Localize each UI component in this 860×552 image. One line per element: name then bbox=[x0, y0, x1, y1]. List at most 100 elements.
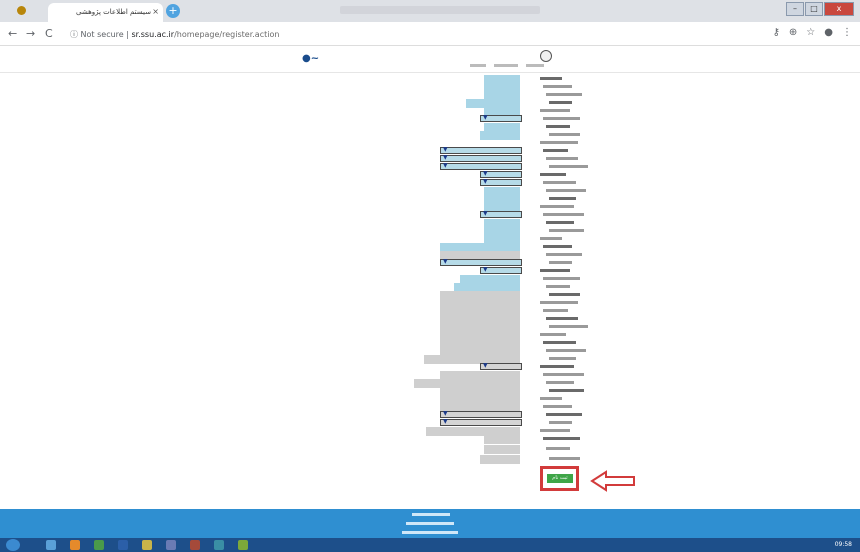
field-label bbox=[543, 341, 576, 344]
field-label bbox=[549, 389, 584, 392]
back-icon[interactable]: ← bbox=[8, 27, 17, 40]
field-label bbox=[543, 405, 572, 408]
star-icon[interactable]: ☆ bbox=[806, 27, 815, 38]
dropdown-select[interactable]: ▼ bbox=[440, 162, 522, 170]
start-button[interactable] bbox=[6, 539, 20, 551]
taskbar-app-icon[interactable] bbox=[46, 540, 56, 550]
field-label bbox=[543, 213, 584, 216]
text-input[interactable] bbox=[480, 455, 520, 464]
taskbar-app-icon[interactable] bbox=[94, 540, 104, 550]
taskbar-app-icon[interactable] bbox=[70, 540, 80, 550]
field-label bbox=[546, 157, 578, 160]
dropdown-select[interactable]: ▼ bbox=[440, 418, 522, 426]
tab-current[interactable]: سیستم اطلاعات پژوهشی × bbox=[48, 3, 163, 22]
key-icon[interactable]: ⚷ bbox=[773, 27, 780, 38]
url-separator: | bbox=[126, 30, 129, 39]
field-label bbox=[546, 93, 582, 96]
field-label bbox=[540, 397, 562, 400]
new-tab-button[interactable]: + bbox=[166, 4, 180, 18]
not-secure-label: Not secure bbox=[80, 30, 124, 39]
taskbar-app-icon[interactable] bbox=[190, 540, 200, 550]
text-input[interactable] bbox=[480, 131, 520, 140]
dropdown-select[interactable]: ▼ bbox=[480, 266, 522, 274]
taskbar-app-icon[interactable] bbox=[166, 540, 176, 550]
dropdown-select[interactable]: ▼ bbox=[440, 258, 522, 266]
zoom-icon[interactable]: ⊕ bbox=[789, 27, 797, 38]
field-label bbox=[546, 125, 570, 128]
field-label bbox=[549, 357, 576, 360]
site-header: ●~ bbox=[0, 47, 860, 73]
submit-button[interactable]: ثبت نام bbox=[547, 474, 573, 483]
app-favicon-icon bbox=[17, 6, 26, 15]
dropdown-select[interactable]: ▼ bbox=[440, 146, 522, 154]
dropdown-select[interactable]: ▼ bbox=[440, 410, 522, 418]
field-label bbox=[549, 101, 572, 104]
field-label bbox=[549, 133, 580, 136]
header-link-2[interactable] bbox=[494, 64, 518, 67]
dropdown-select[interactable]: ▼ bbox=[480, 170, 522, 178]
field-label bbox=[543, 373, 584, 376]
footer-line-1 bbox=[412, 513, 450, 516]
dropdown-select[interactable]: ▼ bbox=[480, 210, 522, 218]
chevron-down-icon: ▼ bbox=[443, 418, 448, 425]
minimize-button[interactable]: – bbox=[786, 2, 804, 16]
menu-icon[interactable]: ⋮ bbox=[842, 27, 852, 38]
forward-icon[interactable]: → bbox=[26, 27, 35, 40]
header-link-1[interactable] bbox=[526, 64, 544, 67]
profile-icon[interactable]: ● bbox=[824, 27, 833, 38]
dropdown-select[interactable]: ▼ bbox=[480, 178, 522, 186]
dropdown-select[interactable]: ▼ bbox=[480, 114, 522, 122]
field-label bbox=[543, 181, 576, 184]
text-input[interactable] bbox=[484, 445, 520, 454]
dropdown-select[interactable]: ▼ bbox=[440, 154, 522, 162]
address-bar[interactable]: ⓘ Not secure | sr.ssu.ac.ir/homepage/reg… bbox=[64, 25, 784, 43]
field-label bbox=[543, 85, 572, 88]
maximize-button[interactable]: □ bbox=[805, 2, 823, 16]
taskbar-app-icon[interactable] bbox=[214, 540, 224, 550]
chevron-down-icon: ▼ bbox=[443, 162, 448, 169]
field-label bbox=[540, 333, 566, 336]
field-label bbox=[549, 293, 580, 296]
window-title-bar bbox=[340, 6, 540, 14]
field-label bbox=[540, 429, 570, 432]
dropdown-select[interactable]: ▼ bbox=[480, 362, 522, 370]
taskbar-app-icon[interactable] bbox=[238, 540, 248, 550]
header-link-3[interactable] bbox=[470, 64, 486, 67]
field-label bbox=[543, 117, 580, 120]
chevron-down-icon: ▼ bbox=[483, 170, 488, 177]
close-window-button[interactable]: x bbox=[824, 2, 854, 16]
taskbar-app-icon[interactable] bbox=[142, 540, 152, 550]
taskbar-app-icon[interactable] bbox=[118, 540, 128, 550]
pointer-arrow-icon bbox=[590, 470, 635, 492]
field-label bbox=[549, 165, 588, 168]
field-label bbox=[540, 365, 574, 368]
field-label bbox=[540, 269, 570, 272]
field-label bbox=[546, 447, 570, 450]
chevron-down-icon: ▼ bbox=[443, 410, 448, 417]
chevron-down-icon: ▼ bbox=[483, 178, 488, 185]
university-seal-icon bbox=[540, 50, 552, 62]
tab-close-icon[interactable]: × bbox=[152, 7, 159, 16]
browser-toolbar: ← → C ⓘ Not secure | sr.ssu.ac.ir/homepa… bbox=[0, 22, 860, 46]
field-label bbox=[549, 457, 580, 460]
footer-line-3 bbox=[402, 531, 458, 534]
field-label bbox=[549, 197, 576, 200]
footer-line-2 bbox=[406, 522, 454, 525]
toolbar-icons: ⚷ ⊕ ☆ ● ⋮ bbox=[773, 27, 852, 38]
field-label bbox=[543, 149, 568, 152]
field-label bbox=[540, 141, 578, 144]
field-label bbox=[543, 437, 580, 440]
field-label bbox=[540, 173, 566, 176]
field-label bbox=[549, 261, 572, 264]
site-logo[interactable]: ●~ bbox=[302, 53, 319, 64]
chevron-down-icon: ▼ bbox=[443, 154, 448, 161]
info-icon[interactable]: ⓘ bbox=[70, 30, 78, 39]
field-label bbox=[543, 309, 568, 312]
field-label bbox=[540, 205, 574, 208]
header-nav bbox=[470, 64, 544, 67]
field-label bbox=[546, 413, 582, 416]
tab-strip: سیستم اطلاعات پژوهشی × + – □ x bbox=[0, 0, 860, 22]
url-path: /homepage/register.action bbox=[174, 30, 280, 39]
reload-icon[interactable]: C bbox=[45, 27, 53, 40]
text-input[interactable] bbox=[484, 435, 520, 444]
